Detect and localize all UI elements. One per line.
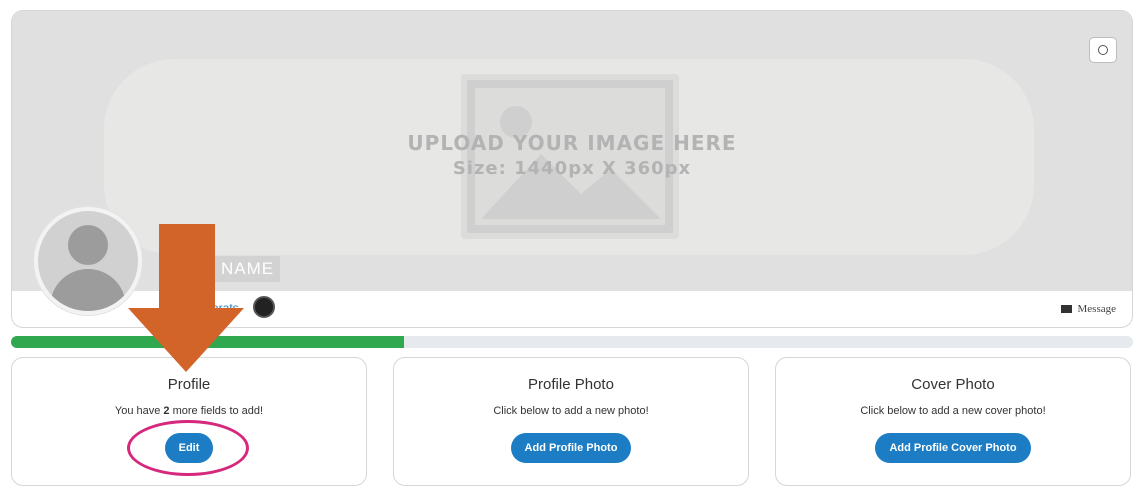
card-title: Profile xyxy=(167,376,211,393)
add-profile-cover-photo-button[interactable]: Add Profile Cover Photo xyxy=(875,433,1031,463)
envelope-icon xyxy=(1060,305,1072,313)
card-title: Profile Photo xyxy=(528,376,614,393)
message-label: Message xyxy=(1077,303,1117,315)
down-arrow-annotation xyxy=(128,224,244,372)
add-profile-photo-button[interactable]: Add Profile Photo xyxy=(510,433,632,463)
edit-highlight-annotation xyxy=(127,420,249,476)
cover-photo-card: Cover Photo Click below to add a new cov… xyxy=(775,357,1131,486)
upload-size-hint: Size: 1440px X 360px xyxy=(452,158,692,179)
profile-page: UPLOAD YOUR IMAGE HERE Size: 1440px X 36… xyxy=(0,0,1135,489)
card-description: Click below to add a new cover photo! xyxy=(860,405,1046,417)
upload-instruction: UPLOAD YOUR IMAGE HERE xyxy=(407,131,737,155)
profile-photo-card: Profile Photo Click below to add a new p… xyxy=(393,357,749,486)
badge-icon xyxy=(253,296,275,318)
image-placeholder-icon xyxy=(461,74,679,239)
card-description: Click below to add a new photo! xyxy=(493,405,649,417)
card-title: Cover Photo xyxy=(911,376,995,393)
card-description: You have 2 more fields to add! xyxy=(114,405,264,417)
camera-icon[interactable] xyxy=(1089,37,1117,63)
message-button[interactable]: Message xyxy=(1060,303,1117,315)
